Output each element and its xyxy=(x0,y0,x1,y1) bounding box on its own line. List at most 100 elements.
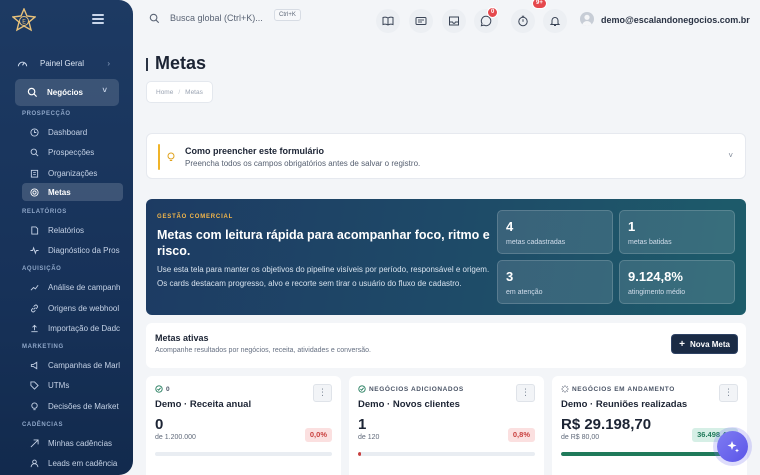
card-menu-button[interactable]: ⋮ xyxy=(516,384,535,402)
goal-card[interactable]: NEGÓCIOS ADICIONADOS ⋮ Demo · Novos clie… xyxy=(349,376,544,475)
sidebar-item-leads-cadencia[interactable]: Leads em cadência xyxy=(22,454,123,472)
book-button[interactable] xyxy=(376,9,400,33)
timer-button[interactable] xyxy=(511,9,535,33)
goal-percent-badge: 0,0% xyxy=(304,428,332,442)
help-accent-bar xyxy=(158,144,160,170)
stat-label: metas batidas xyxy=(628,239,672,246)
chevron-down-icon: ˅ xyxy=(102,86,107,95)
topbar: Busca global (Ctrl+K)... Ctrl+K 0 9+ dem… xyxy=(133,0,760,40)
sidebar-item-label: Decisões de Market xyxy=(48,401,119,411)
search-icon xyxy=(29,147,39,157)
cards-button[interactable] xyxy=(409,9,433,33)
sidebar-item-origens-webhook[interactable]: Origens de webhool xyxy=(22,299,123,317)
goal-card[interactable]: NEGÓCIOS EM ANDAMENTO ⋮ Demo · Reuniões … xyxy=(552,376,747,475)
sidebar-item-relatorios[interactable]: Relatórios xyxy=(22,221,123,239)
chevron-down-icon[interactable]: ˅ xyxy=(728,151,733,160)
goal-value: 0 xyxy=(155,416,164,433)
card-menu-button[interactable]: ⋮ xyxy=(313,384,332,402)
section-title-relatorios: RELATÓRIOS xyxy=(22,209,67,215)
goal-kind: NEGÓCIOS EM ANDAMENTO xyxy=(561,385,675,393)
lightbulb-icon xyxy=(29,401,39,411)
sidebar-item-label: Análise de campanh xyxy=(48,282,121,292)
sidebar-item-dashboard[interactable]: Dashboard xyxy=(22,123,123,141)
link-icon xyxy=(29,303,39,313)
menu-toggle-icon[interactable] xyxy=(92,14,104,24)
search-placeholder[interactable]: Busca global (Ctrl+K)... xyxy=(170,13,263,23)
sidebar-item-importacao-dados[interactable]: Importação de Dadc xyxy=(22,319,123,337)
chevron-right-icon: › xyxy=(107,58,110,68)
goal-target: de 1.200.000 xyxy=(155,434,196,441)
brand-logo[interactable]: E xyxy=(11,7,37,32)
section-title-aquisicao: AQUISIÇÃO xyxy=(22,266,62,272)
sidebar-item-decisoes-marketing[interactable]: Decisões de Market xyxy=(22,397,123,415)
megaphone-icon xyxy=(29,360,39,370)
breadcrumb-current: Metas xyxy=(185,88,203,96)
hero-text: Use esta tela para manter os objetivos d… xyxy=(157,265,490,288)
users-icon xyxy=(29,458,39,468)
goal-name: Demo · Receita anual xyxy=(155,399,252,410)
sidebar-item-campanhas-marketing[interactable]: Campanhas de Marl xyxy=(22,356,123,374)
stat-value: 4 xyxy=(506,219,514,234)
stat-value: 1 xyxy=(628,219,636,234)
goal-name: Demo · Novos clientes xyxy=(358,399,460,410)
card-menu-button[interactable]: ⋮ xyxy=(719,384,738,402)
user-email[interactable]: demo@escalandonegocios.com.br xyxy=(601,15,750,25)
stat-label: atingimento médio xyxy=(628,289,686,296)
goal-kind-label: 0 xyxy=(166,385,171,393)
sidebar-item-minhas-cadencias[interactable]: Minhas cadências xyxy=(22,434,123,452)
stat-metas-cadastradas: 4 metas cadastradas xyxy=(497,210,613,254)
goal-name: Demo · Reuniões realizadas xyxy=(561,399,688,410)
goal-target: de 120 xyxy=(358,434,380,441)
section-title-cadencias: CADÊNCIAS xyxy=(22,422,64,428)
building-icon xyxy=(29,168,39,178)
stat-atingimento-medio: 9.124,8% atingimento médio xyxy=(619,260,735,304)
sidebar-item-label: Campanhas de Marl xyxy=(48,360,121,370)
goal-target: de R$ 80,00 xyxy=(561,434,600,441)
inbox-icon xyxy=(449,16,459,26)
tag-icon xyxy=(29,380,39,390)
send-icon xyxy=(29,438,39,448)
main-content: Metas Home / Metas Como preencher este f… xyxy=(133,40,760,475)
inbox-button[interactable] xyxy=(442,9,466,33)
book-open-icon xyxy=(382,16,394,26)
breadcrumb-separator: / xyxy=(178,88,181,96)
sidebar-group-negocios[interactable]: Negócios ˅ xyxy=(15,79,119,106)
sidebar-item-painel-geral[interactable]: Painel Geral › xyxy=(16,54,120,72)
sidebar-item-prospeccoes[interactable]: Prospecções xyxy=(22,143,123,161)
sidebar-item-diagnostico[interactable]: Diagnóstico da Pros xyxy=(22,241,123,259)
search-shortcut-badge: Ctrl+K xyxy=(274,9,301,21)
notifications-button[interactable] xyxy=(543,9,567,33)
search-icon xyxy=(149,13,160,24)
document-icon xyxy=(29,225,39,235)
goal-progress-fill xyxy=(358,452,361,456)
breadcrumb: Home / Metas xyxy=(146,81,213,103)
sidebar-item-label: Importação de Dadc xyxy=(48,323,121,333)
hero-banner: GESTÃO COMERCIAL Metas com leitura rápid… xyxy=(146,199,746,315)
new-goal-button[interactable]: + Nova Meta xyxy=(672,335,737,353)
stopwatch-icon xyxy=(518,15,528,27)
plus-icon: + xyxy=(679,338,685,350)
breadcrumb-home[interactable]: Home xyxy=(156,89,173,96)
goal-progress-track xyxy=(561,452,738,456)
sidebar-item-label: Minhas cadências xyxy=(48,438,113,448)
sidebar-item-analise-campanhas[interactable]: Análise de campanh xyxy=(22,278,123,296)
pulse-icon xyxy=(29,245,39,255)
check-circle-icon xyxy=(155,385,163,393)
avatar[interactable] xyxy=(580,12,594,26)
sidebar-item-label: Organizações xyxy=(48,168,98,178)
goal-card[interactable]: 0 ⋮ Demo · Receita anual 0 de 1.200.000 … xyxy=(146,376,341,475)
stat-value: 3 xyxy=(506,269,514,284)
new-goal-label: Nova Meta xyxy=(689,339,730,349)
stat-label: em atenção xyxy=(506,289,543,296)
sidebar-item-metas[interactable]: Metas xyxy=(22,183,123,201)
goals-header: Metas ativas Acompanhe resultados por ne… xyxy=(146,323,746,368)
assistant-fab-button[interactable] xyxy=(717,431,748,462)
page-title: Metas xyxy=(155,53,207,73)
loader-icon xyxy=(561,385,569,393)
goal-kind-label: NEGÓCIOS EM ANDAMENTO xyxy=(572,385,675,393)
sidebar-item-utms[interactable]: UTMs xyxy=(22,376,123,394)
sidebar-item-organizacoes[interactable]: Organizações xyxy=(22,164,123,182)
sidebar-item-label: Leads em cadência xyxy=(48,458,118,468)
form-help-panel[interactable]: Como preencher este formulário Preencha … xyxy=(146,133,746,179)
sidebar-group-label: Negócios xyxy=(47,88,84,97)
